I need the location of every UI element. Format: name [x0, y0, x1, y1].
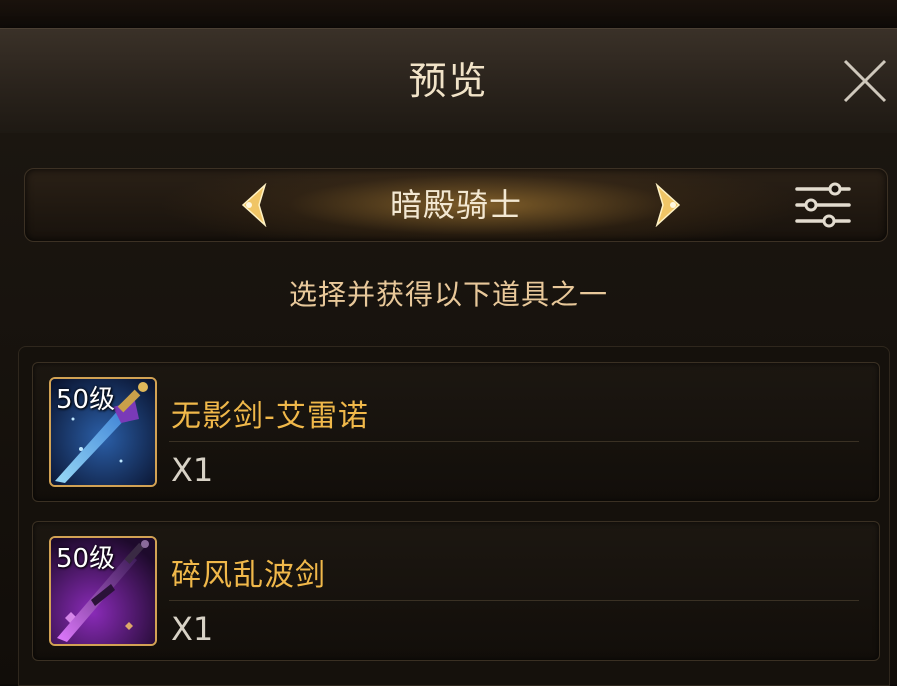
item-divider — [169, 441, 859, 442]
dialog-header: 预览 — [0, 28, 897, 135]
instruction-text: 选择并获得以下道具之一 — [288, 278, 608, 311]
item-level-badge: 50级 — [56, 385, 116, 415]
close-icon[interactable] — [839, 53, 891, 109]
item-quantity: X1 — [171, 610, 214, 648]
purple-sword-icon: 50级 — [49, 536, 157, 646]
item-quantity: X1 — [171, 451, 214, 489]
class-selector: 暗殿骑士 — [24, 168, 888, 242]
filter-settings-icon[interactable] — [791, 179, 855, 231]
list-item[interactable]: 50级 碎风乱波剑 X1 — [32, 521, 880, 661]
top-strip — [0, 0, 897, 29]
item-name: 无影剑-艾雷诺 — [171, 399, 369, 434]
class-name: 暗殿骑士 — [389, 186, 522, 224]
item-level-badge: 50级 — [56, 544, 116, 574]
item-name: 碎风乱波剑 — [171, 558, 326, 593]
blue-sword-icon: 50级 — [49, 377, 157, 487]
list-item[interactable]: 50级 无影剑-艾雷诺 X1 — [32, 362, 880, 502]
next-arrow-icon[interactable] — [645, 182, 685, 228]
dialog-title: 预览 — [408, 59, 489, 103]
item-divider — [169, 600, 859, 601]
